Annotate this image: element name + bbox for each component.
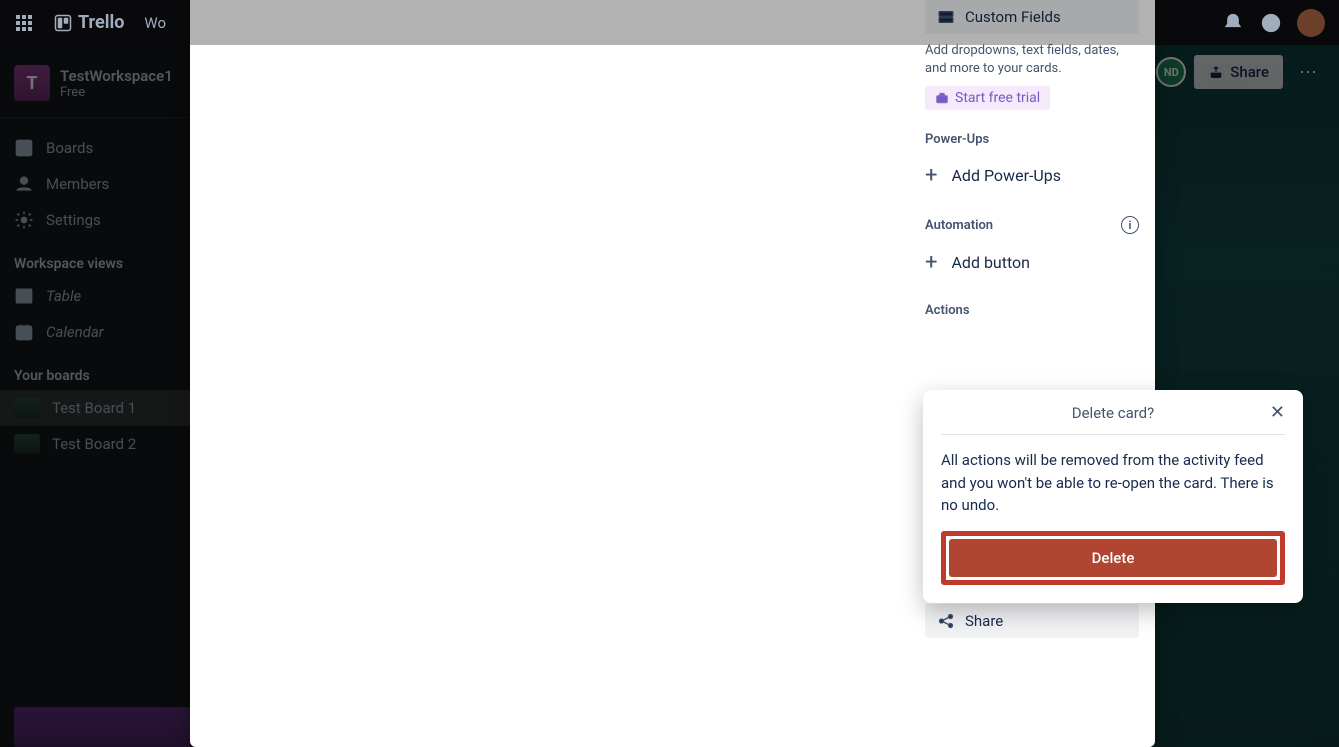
info-icon[interactable]: i [1121,216,1139,234]
plus-icon: + [925,250,937,275]
start-trial-button[interactable]: Start free trial [925,86,1050,110]
add-button-label: Add button [951,253,1030,272]
delete-confirm-popover: Delete card? ✕ All actions will be remov… [923,390,1303,603]
user-avatar[interactable] [1297,9,1325,37]
add-powerups-button[interactable]: + Add Power-Ups [925,157,1139,194]
notification-icon[interactable] [1217,7,1249,39]
help-icon[interactable] [1255,7,1287,39]
card-modal: Custom Fields Add dropdowns, text fields… [190,0,1155,747]
card-side-panel: Custom Fields Add dropdowns, text fields… [925,0,1155,747]
automation-heading: Automation i [925,216,1139,234]
actions-heading: Actions [925,303,1139,318]
custom-fields-hint: Add dropdowns, text fields, dates, and m… [925,42,1139,78]
apps-switcher-icon[interactable] [8,7,40,39]
briefcase-icon [935,91,949,105]
top-header: Trello Wo [0,0,1339,45]
trello-logo[interactable]: Trello [46,12,132,33]
confirm-delete-button[interactable]: Delete [949,539,1277,577]
plus-icon: + [925,163,937,188]
logo-text: Trello [78,12,124,33]
popover-title: Delete card? ✕ [941,404,1285,435]
workspaces-dropdown[interactable]: Wo [138,14,172,32]
card-main-area [190,0,925,747]
add-powerups-label: Add Power-Ups [951,166,1061,185]
add-automation-button[interactable]: + Add button [925,244,1139,281]
trello-icon [54,14,72,32]
trial-label: Start free trial [955,90,1040,106]
powerups-heading: Power-Ups [925,132,1139,147]
share-card-button[interactable]: Share [925,604,1139,638]
close-icon[interactable]: ✕ [1270,404,1285,422]
popover-body: All actions will be removed from the act… [941,435,1285,531]
share-icon [937,612,955,630]
share-label: Share [965,612,1003,630]
